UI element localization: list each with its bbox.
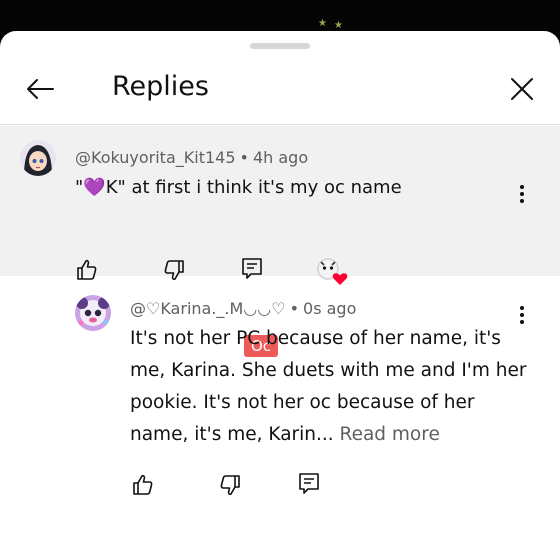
like-button[interactable]: [130, 472, 156, 498]
comment-menu-button[interactable]: [510, 182, 534, 206]
timestamp: 0s ago: [303, 299, 357, 318]
dislike-button[interactable]: [161, 257, 187, 283]
more-vert-icon: [520, 306, 524, 324]
comment-meta: @Kokuyorita_Kit145 • 4h ago: [75, 148, 308, 167]
thumbs-down-icon: [220, 475, 240, 496]
author-name[interactable]: @♡Karina._.M◡◡♡: [130, 299, 286, 318]
drag-handle[interactable]: [250, 43, 310, 49]
comment-text: It's not her PC because of her name, it'…: [130, 323, 530, 451]
more-vert-icon: [520, 185, 524, 203]
thumbs-up-icon: [133, 474, 153, 495]
avatar[interactable]: [20, 140, 56, 176]
dislike-button[interactable]: [217, 472, 243, 498]
close-icon: [511, 78, 533, 100]
star-decoration: ★: [318, 18, 327, 29]
close-button[interactable]: [502, 69, 542, 109]
replies-sheet: Replies @Kokuyorita_Kit145 • 4h ago "💜K" a…: [0, 31, 560, 560]
timestamp: 4h ago: [252, 148, 309, 167]
page-title: Replies: [112, 71, 209, 102]
thumbs-down-icon: [164, 260, 184, 281]
replies-header: Replies: [0, 55, 560, 125]
comment-meta: @♡Karina._.M◡◡♡ • 0s ago: [130, 299, 356, 318]
like-button[interactable]: [74, 257, 100, 283]
meta-separator: •: [289, 299, 300, 318]
star-decoration: ★: [334, 20, 343, 31]
read-more-link[interactable]: Read more: [340, 424, 440, 445]
author-name[interactable]: @Kokuyorita_Kit145: [75, 148, 236, 167]
back-button[interactable]: [20, 69, 60, 109]
comment-text-content: It's not her PC because of her name, it'…: [130, 328, 527, 445]
comment-text: "💜K" at first i think it's my oc name: [75, 177, 402, 198]
reply-comment-icon: [242, 258, 262, 279]
reply-button[interactable]: [239, 256, 265, 282]
parent-comment: @Kokuyorita_Kit145 • 4h ago "💜K" at first …: [0, 126, 560, 285]
reply-button[interactable]: [296, 471, 322, 497]
reply-comment-icon: [299, 473, 319, 494]
creator-heart-icon: [332, 273, 348, 285]
meta-separator: •: [239, 148, 249, 167]
back-arrow-icon: [27, 79, 54, 99]
thumbs-up-icon: [77, 259, 97, 280]
avatar[interactable]: [75, 295, 111, 331]
creator-heart: [315, 257, 349, 287]
